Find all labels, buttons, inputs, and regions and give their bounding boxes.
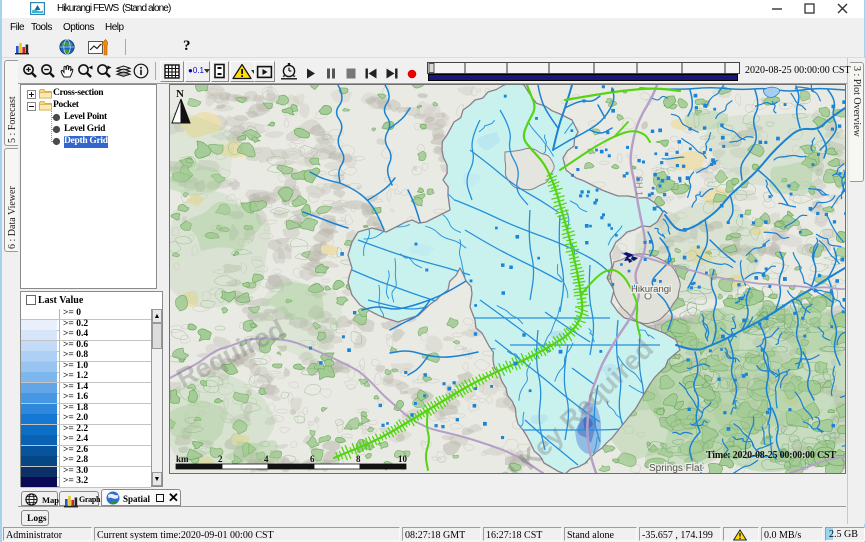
- svg-text:4: 4: [264, 454, 269, 464]
- svg-text:SH 1: SH 1: [634, 176, 644, 196]
- svg-text:Hikurangi: Hikurangi: [631, 284, 671, 295]
- svg-text:km: km: [176, 454, 189, 464]
- svg-text:6: 6: [310, 454, 315, 464]
- svg-text:N: N: [176, 88, 184, 100]
- svg-text:Springs Flat: Springs Flat: [649, 463, 703, 473]
- svg-text:10: 10: [398, 454, 408, 464]
- svg-text:2: 2: [218, 454, 223, 464]
- svg-text:Time: 2020-08-25 00:00:00 CST: Time: 2020-08-25 00:00:00 CST: [706, 450, 836, 461]
- svg-text:8: 8: [356, 454, 361, 464]
